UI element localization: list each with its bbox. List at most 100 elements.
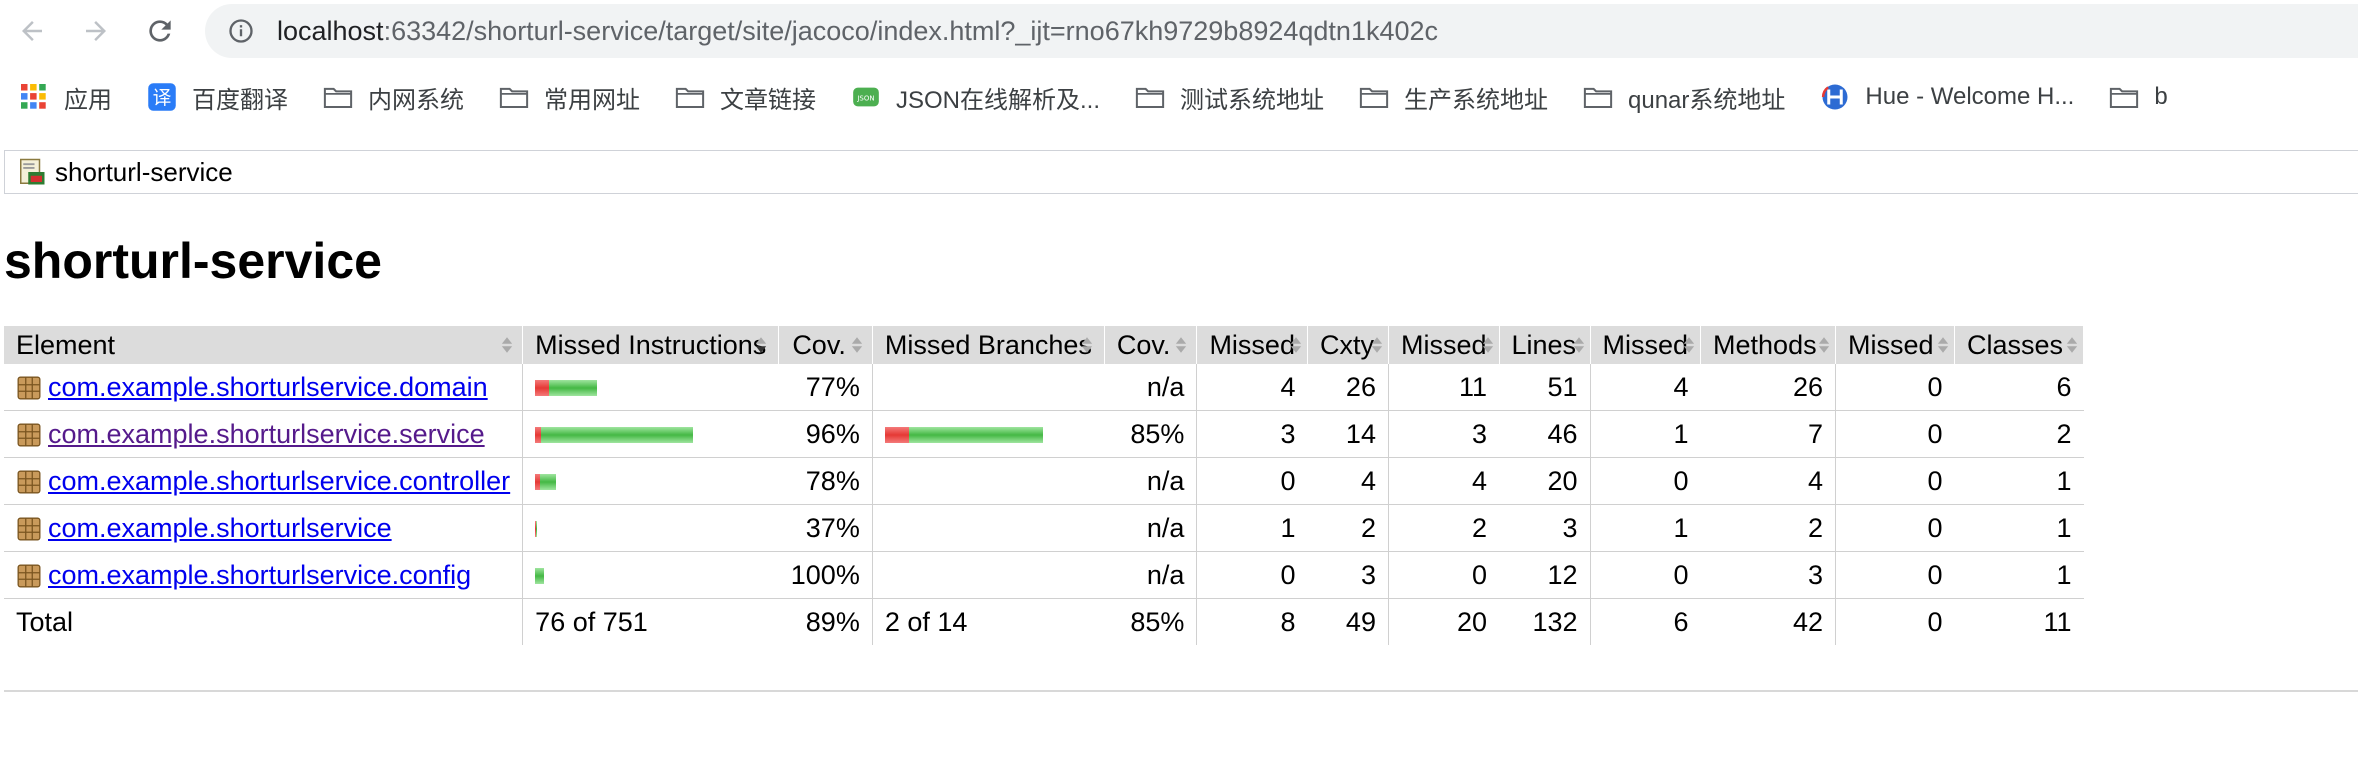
missed-branches-cell — [871, 457, 1105, 505]
package-icon — [17, 564, 41, 588]
methods-missed-cell: 0 — [1589, 551, 1701, 599]
lines-missed-cell: 0 — [1387, 551, 1499, 599]
site-info-icon[interactable] — [225, 15, 257, 47]
col-missed-methods[interactable]: Missed — [1589, 326, 1702, 364]
breadcrumb: shorturl-service — [4, 150, 2358, 194]
col-lines[interactable]: Lines — [1499, 326, 1591, 364]
instructions-coverage-bar — [535, 380, 598, 397]
table-header-row: Element Missed Instructions Cov. Missed … — [4, 326, 2085, 364]
classes-cell: 2 — [1954, 410, 2084, 458]
classes-cell: 1 — [1954, 504, 2084, 552]
missed-branches-cell — [871, 504, 1105, 552]
instr-cov-cell: 100% — [778, 551, 873, 599]
col-methods[interactable]: Methods — [1700, 326, 1837, 364]
bar-covered — [541, 427, 694, 444]
bookmark-item[interactable]: b — [2108, 81, 2168, 113]
lines-cell: 51 — [1499, 364, 1590, 411]
branch-cov-cell: n/a — [1104, 364, 1197, 411]
bookmark-label: 测试系统地址 — [1180, 86, 1325, 114]
cxty-cell: 4 — [1307, 457, 1389, 505]
svg-text:JSON: JSON — [856, 95, 874, 103]
url-text[interactable]: localhost:63342/shorturl-service/target/… — [277, 16, 1438, 47]
total-cxty-missed: 8 — [1196, 598, 1308, 645]
total-lines: 132 — [1532, 606, 1578, 637]
forward-arrow-icon — [86, 21, 106, 41]
bookmark-item[interactable]: JSON JSON在线解析及... — [850, 80, 1100, 115]
bar-missed — [535, 380, 550, 397]
bookmark-item[interactable]: 译百度翻译 — [146, 80, 288, 115]
instructions-coverage-bar — [535, 521, 538, 538]
lines-missed-cell: 2 — [1387, 504, 1499, 552]
package-icon — [17, 517, 41, 541]
instr-cov-cell: 37% — [778, 504, 873, 552]
bookmark-item[interactable]: 应用 — [18, 80, 112, 115]
url-path: :63342/shorturl-service/target/site/jaco… — [383, 15, 1439, 46]
classes-missed-cell: 0 — [1835, 410, 1955, 458]
instr-cov-cell: 96% — [778, 410, 873, 458]
breadcrumb-current: shorturl-service — [55, 156, 233, 187]
sort-icon — [1081, 337, 1093, 353]
col-instr-cov[interactable]: Cov. — [778, 326, 873, 364]
table-row: com.example.shorturlservice.service 96% 85… — [4, 410, 2084, 458]
methods-missed-cell: 1 — [1589, 504, 1701, 552]
col-element[interactable]: Element — [4, 326, 524, 364]
methods-missed-cell: 1 — [1589, 410, 1701, 458]
bookmark-item[interactable]: 内网系统 — [322, 80, 464, 115]
total-row: Total 76 of 751 89% 2 of 14 85% 8 49 20 … — [4, 598, 2084, 645]
package-link[interactable]: com.example.shorturlservice.domain — [48, 372, 488, 402]
col-missed-branches[interactable]: Missed Branches — [871, 326, 1105, 364]
bookmark-item[interactable]: 生产系统地址 — [1358, 80, 1548, 115]
classes-cell: 6 — [1954, 364, 2084, 411]
col-missed-lines[interactable]: Missed — [1387, 326, 1500, 364]
col-missed-instructions[interactable]: Missed Instructions — [522, 326, 780, 364]
package-link[interactable]: com.example.shorturlservice.service — [48, 419, 485, 449]
col-cxty[interactable]: Cxty — [1307, 326, 1389, 364]
total-lines-missed: 20 — [1387, 598, 1499, 645]
sort-icon — [1683, 337, 1695, 353]
missed-instructions-cell — [522, 410, 779, 458]
lines-cell: 12 — [1499, 551, 1590, 599]
package-link[interactable]: com.example.shorturlservice — [48, 513, 392, 543]
lines-cell: 3 — [1499, 504, 1590, 552]
methods-cell: 2 — [1700, 504, 1836, 552]
folder-icon — [2108, 81, 2140, 113]
missed-instructions-cell — [522, 504, 779, 552]
col-branch-cov[interactable]: Cov. — [1104, 326, 1198, 364]
sort-icon — [1290, 337, 1302, 353]
col-missed-classes[interactable]: Missed — [1835, 326, 1956, 364]
bookmark-label: b — [2154, 83, 2168, 110]
bookmark-item[interactable]: qunar系统地址 — [1582, 80, 1785, 115]
missed-instructions-cell — [522, 364, 779, 411]
col-missed-cxty[interactable]: Missed — [1196, 326, 1308, 364]
back-arrow-icon — [22, 21, 42, 41]
classes-missed-cell: 0 — [1835, 504, 1955, 552]
total-methods-missed: 6 — [1589, 598, 1701, 645]
lines-cell: 46 — [1499, 410, 1590, 458]
bookmark-label: Hue - Welcome H... — [1865, 83, 2075, 110]
total-instr-cov: 89% — [805, 606, 860, 637]
methods-missed-cell: 0 — [1589, 457, 1701, 505]
package-link[interactable]: com.example.shorturlservice.config — [48, 560, 471, 590]
reload-button[interactable] — [140, 11, 180, 51]
session-icon — [20, 158, 45, 185]
table-row: com.example.shorturlservice.controller 78… — [4, 457, 2084, 505]
bar-covered — [536, 521, 538, 538]
methods-cell: 26 — [1700, 364, 1836, 411]
bar-covered — [535, 568, 545, 585]
cxty-cell: 2 — [1307, 504, 1389, 552]
forward-button[interactable] — [76, 11, 116, 51]
package-link[interactable]: com.example.shorturlservice.controller — [48, 466, 510, 496]
element-cell: com.example.shorturlservice.domain — [4, 364, 523, 411]
back-button[interactable] — [12, 11, 52, 51]
bookmark-item[interactable]: 测试系统地址 — [1134, 80, 1324, 115]
address-bar[interactable]: localhost:63342/shorturl-service/target/… — [205, 4, 2358, 58]
bookmark-item[interactable]: 文章链接 — [674, 80, 816, 115]
url-host: localhost — [277, 15, 384, 46]
bookmark-item[interactable]: 常用网址 — [498, 80, 640, 115]
coverage-table: Element Missed Instructions Cov. Missed … — [4, 326, 2085, 645]
bookmark-item[interactable]: Hue - Welcome H... — [1819, 81, 2074, 113]
browser-toolbar: localhost:63342/shorturl-service/target/… — [0, 0, 2358, 62]
bookmark-label: 文章链接 — [720, 86, 816, 114]
bookmark-label: 应用 — [64, 86, 112, 114]
col-classes[interactable]: Classes — [1954, 326, 2085, 364]
